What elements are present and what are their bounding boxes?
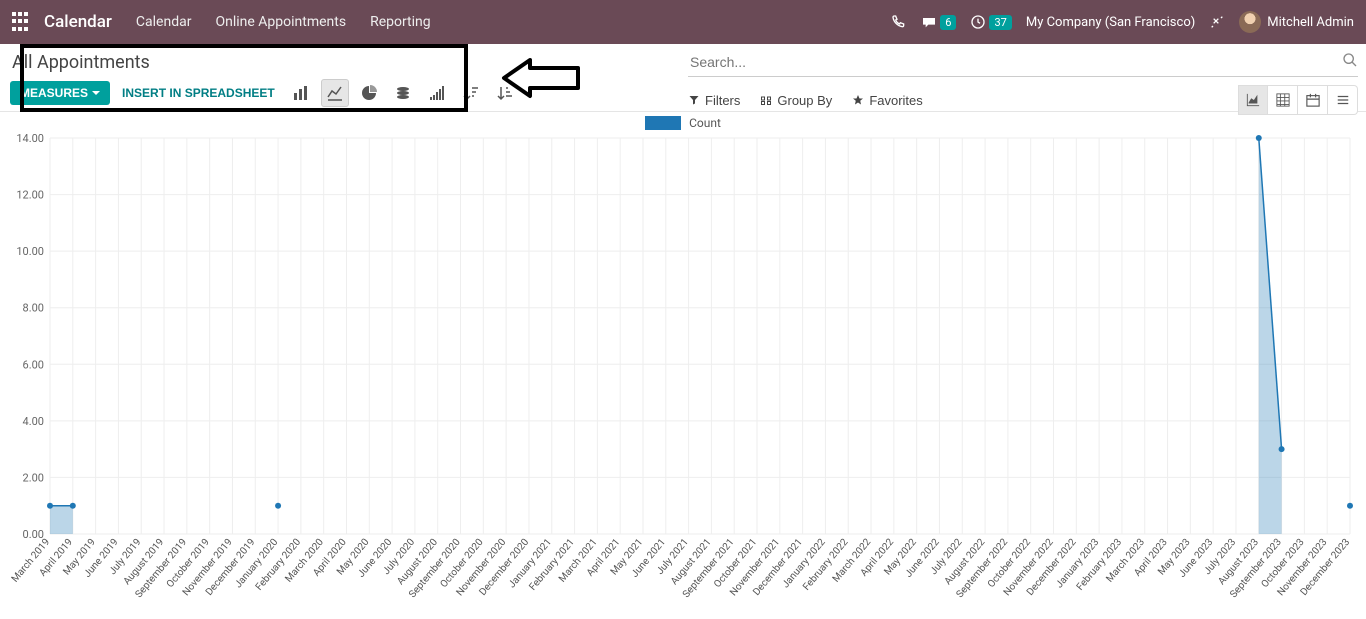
group-by-button[interactable]: Group By	[760, 93, 832, 108]
app-brand: Calendar	[44, 12, 112, 32]
sort-asc-icon[interactable]	[491, 79, 519, 107]
nav-online-appointments[interactable]: Online Appointments	[215, 14, 346, 30]
user-menu[interactable]: Mitchell Admin	[1239, 11, 1354, 33]
calendar-view-icon[interactable]	[1298, 85, 1328, 115]
legend-swatch	[645, 116, 681, 130]
svg-text:4.00: 4.00	[23, 415, 44, 428]
search-icon[interactable]	[1342, 52, 1358, 72]
svg-text:6.00: 6.00	[23, 358, 44, 371]
pivot-view-icon[interactable]	[1268, 85, 1298, 115]
bar-chart-icon[interactable]	[287, 79, 315, 107]
page-title: All Appointments	[8, 48, 672, 79]
measures-label: MEASURES	[20, 86, 88, 100]
top-nav: Calendar Calendar Online Appointments Re…	[0, 0, 1366, 44]
stacked-icon[interactable]	[389, 79, 417, 107]
messages-badge: 6	[940, 15, 956, 30]
cumulative-icon[interactable]	[423, 79, 451, 107]
legend-label: Count	[689, 116, 721, 130]
search-input[interactable]	[688, 50, 1342, 74]
apps-icon[interactable]	[12, 12, 32, 32]
measures-button[interactable]: MEASURES	[10, 81, 110, 105]
group-by-label: Group By	[777, 93, 832, 108]
debug-icon[interactable]	[1209, 14, 1225, 30]
messages-icon[interactable]: 6	[921, 14, 956, 30]
voip-icon[interactable]	[891, 14, 907, 30]
nav-reporting[interactable]: Reporting	[370, 14, 431, 30]
filters-button[interactable]: Filters	[688, 93, 740, 108]
line-chart: 0.002.004.006.008.0010.0012.0014.00March…	[10, 134, 1356, 614]
list-view-icon[interactable]	[1328, 85, 1358, 115]
nav-calendar[interactable]: Calendar	[136, 14, 192, 30]
graph-view-icon[interactable]	[1238, 85, 1268, 115]
svg-text:10.00: 10.00	[16, 245, 44, 258]
activities-badge: 37	[989, 15, 1011, 30]
svg-text:12.00: 12.00	[16, 189, 44, 202]
line-chart-icon[interactable]	[321, 79, 349, 107]
user-name: Mitchell Admin	[1267, 15, 1354, 30]
chart-legend: Count	[0, 112, 1366, 134]
svg-text:8.00: 8.00	[23, 302, 44, 315]
sort-desc-icon[interactable]	[457, 79, 485, 107]
pie-chart-icon[interactable]	[355, 79, 383, 107]
company-selector[interactable]: My Company (San Francisco)	[1026, 15, 1195, 30]
avatar	[1239, 11, 1261, 33]
caret-down-icon	[92, 91, 100, 95]
favorites-button[interactable]: Favorites	[852, 93, 922, 108]
insert-spreadsheet-button[interactable]: INSERT IN SPREADSHEET	[116, 82, 281, 104]
search-bar	[688, 48, 1358, 77]
activities-icon[interactable]: 37	[970, 14, 1011, 30]
svg-text:2.00: 2.00	[23, 471, 44, 484]
control-panel: All Appointments MEASURES INSERT IN SPRE…	[0, 44, 1366, 112]
svg-text:14.00: 14.00	[16, 134, 44, 145]
favorites-label: Favorites	[869, 93, 922, 108]
filters-label: Filters	[705, 93, 740, 108]
